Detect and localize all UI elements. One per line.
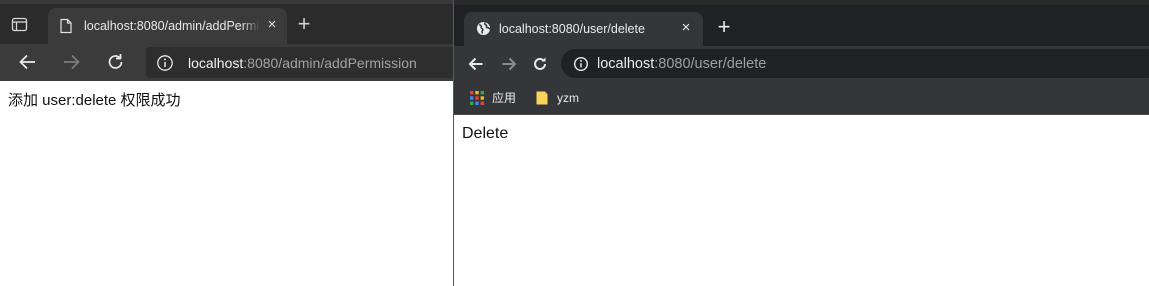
globe-icon (476, 21, 491, 36)
tab-title: localhost:8080/user/delete (499, 22, 645, 36)
info-icon[interactable] (573, 56, 589, 72)
tab-title: localhost:8080/admin/addPermission (84, 18, 260, 34)
back-arrow-icon (19, 54, 35, 70)
address-bar[interactable]: localhost:8080/user/delete (561, 49, 1149, 78)
url-text: localhost:8080/user/delete (597, 56, 766, 72)
window-edge (454, 0, 1149, 5)
folder-icon (534, 90, 550, 106)
forward-button[interactable] (499, 54, 519, 74)
refresh-icon (108, 54, 123, 69)
bookmark-apps[interactable]: 应用 (469, 89, 519, 107)
url-path: :8080/admin/addPermission (243, 55, 417, 71)
new-tab-button[interactable]: + (294, 13, 314, 35)
page-icon (59, 18, 73, 34)
tab-add-permission[interactable]: localhost:8080/admin/addPermission × (48, 8, 287, 44)
forward-arrow-icon (64, 54, 80, 70)
url-text: localhost:8080/admin/addPermission (188, 55, 417, 71)
url-host: localhost (597, 56, 655, 72)
refresh-icon (534, 57, 546, 70)
toolbar: localhost:8080/user/delete (454, 46, 1149, 81)
tab-strip: localhost:8080/admin/addPermission × + (0, 0, 454, 44)
bookmark-label: 应用 (492, 91, 517, 105)
back-arrow-icon (468, 57, 483, 71)
refresh-button[interactable] (530, 54, 550, 74)
bookmark-label: yzm (557, 91, 579, 105)
apps-grid-icon (469, 90, 485, 106)
success-message: 添加 user:delete 权限成功 (8, 92, 181, 109)
page-content: Delete (454, 115, 1149, 286)
tab-strip: localhost:8080/user/delete × + (454, 0, 1149, 46)
bookmarks-bar: 应用 yzm (454, 81, 1149, 115)
window-edge (0, 0, 454, 4)
bookmark-yzm[interactable]: yzm (534, 89, 586, 107)
page-message: Delete (462, 125, 509, 142)
close-tab-icon[interactable]: × (265, 17, 279, 33)
page-content: 添加 user:delete 权限成功 (0, 81, 454, 286)
back-button[interactable] (16, 51, 40, 73)
forward-arrow-icon (502, 57, 517, 71)
info-icon[interactable] (156, 54, 174, 72)
tab-actions-icon[interactable] (10, 16, 30, 34)
url-path: :8080/user/delete (654, 56, 767, 72)
chrome-window: localhost:8080/user/delete × + localhost… (453, 0, 1149, 286)
refresh-button[interactable] (104, 51, 128, 73)
back-button[interactable] (466, 54, 486, 74)
edge-window: localhost:8080/admin/addPermission × + l… (0, 0, 476, 286)
toolbar: localhost:8080/admin/addPermission (0, 44, 476, 81)
tab-user-delete[interactable]: localhost:8080/user/delete × (464, 12, 703, 46)
address-bar[interactable]: localhost:8080/admin/addPermission (146, 47, 476, 78)
url-host: localhost (188, 55, 244, 71)
forward-button[interactable] (59, 51, 83, 73)
close-tab-icon[interactable]: × (679, 20, 693, 36)
new-tab-button[interactable]: + (715, 16, 733, 38)
